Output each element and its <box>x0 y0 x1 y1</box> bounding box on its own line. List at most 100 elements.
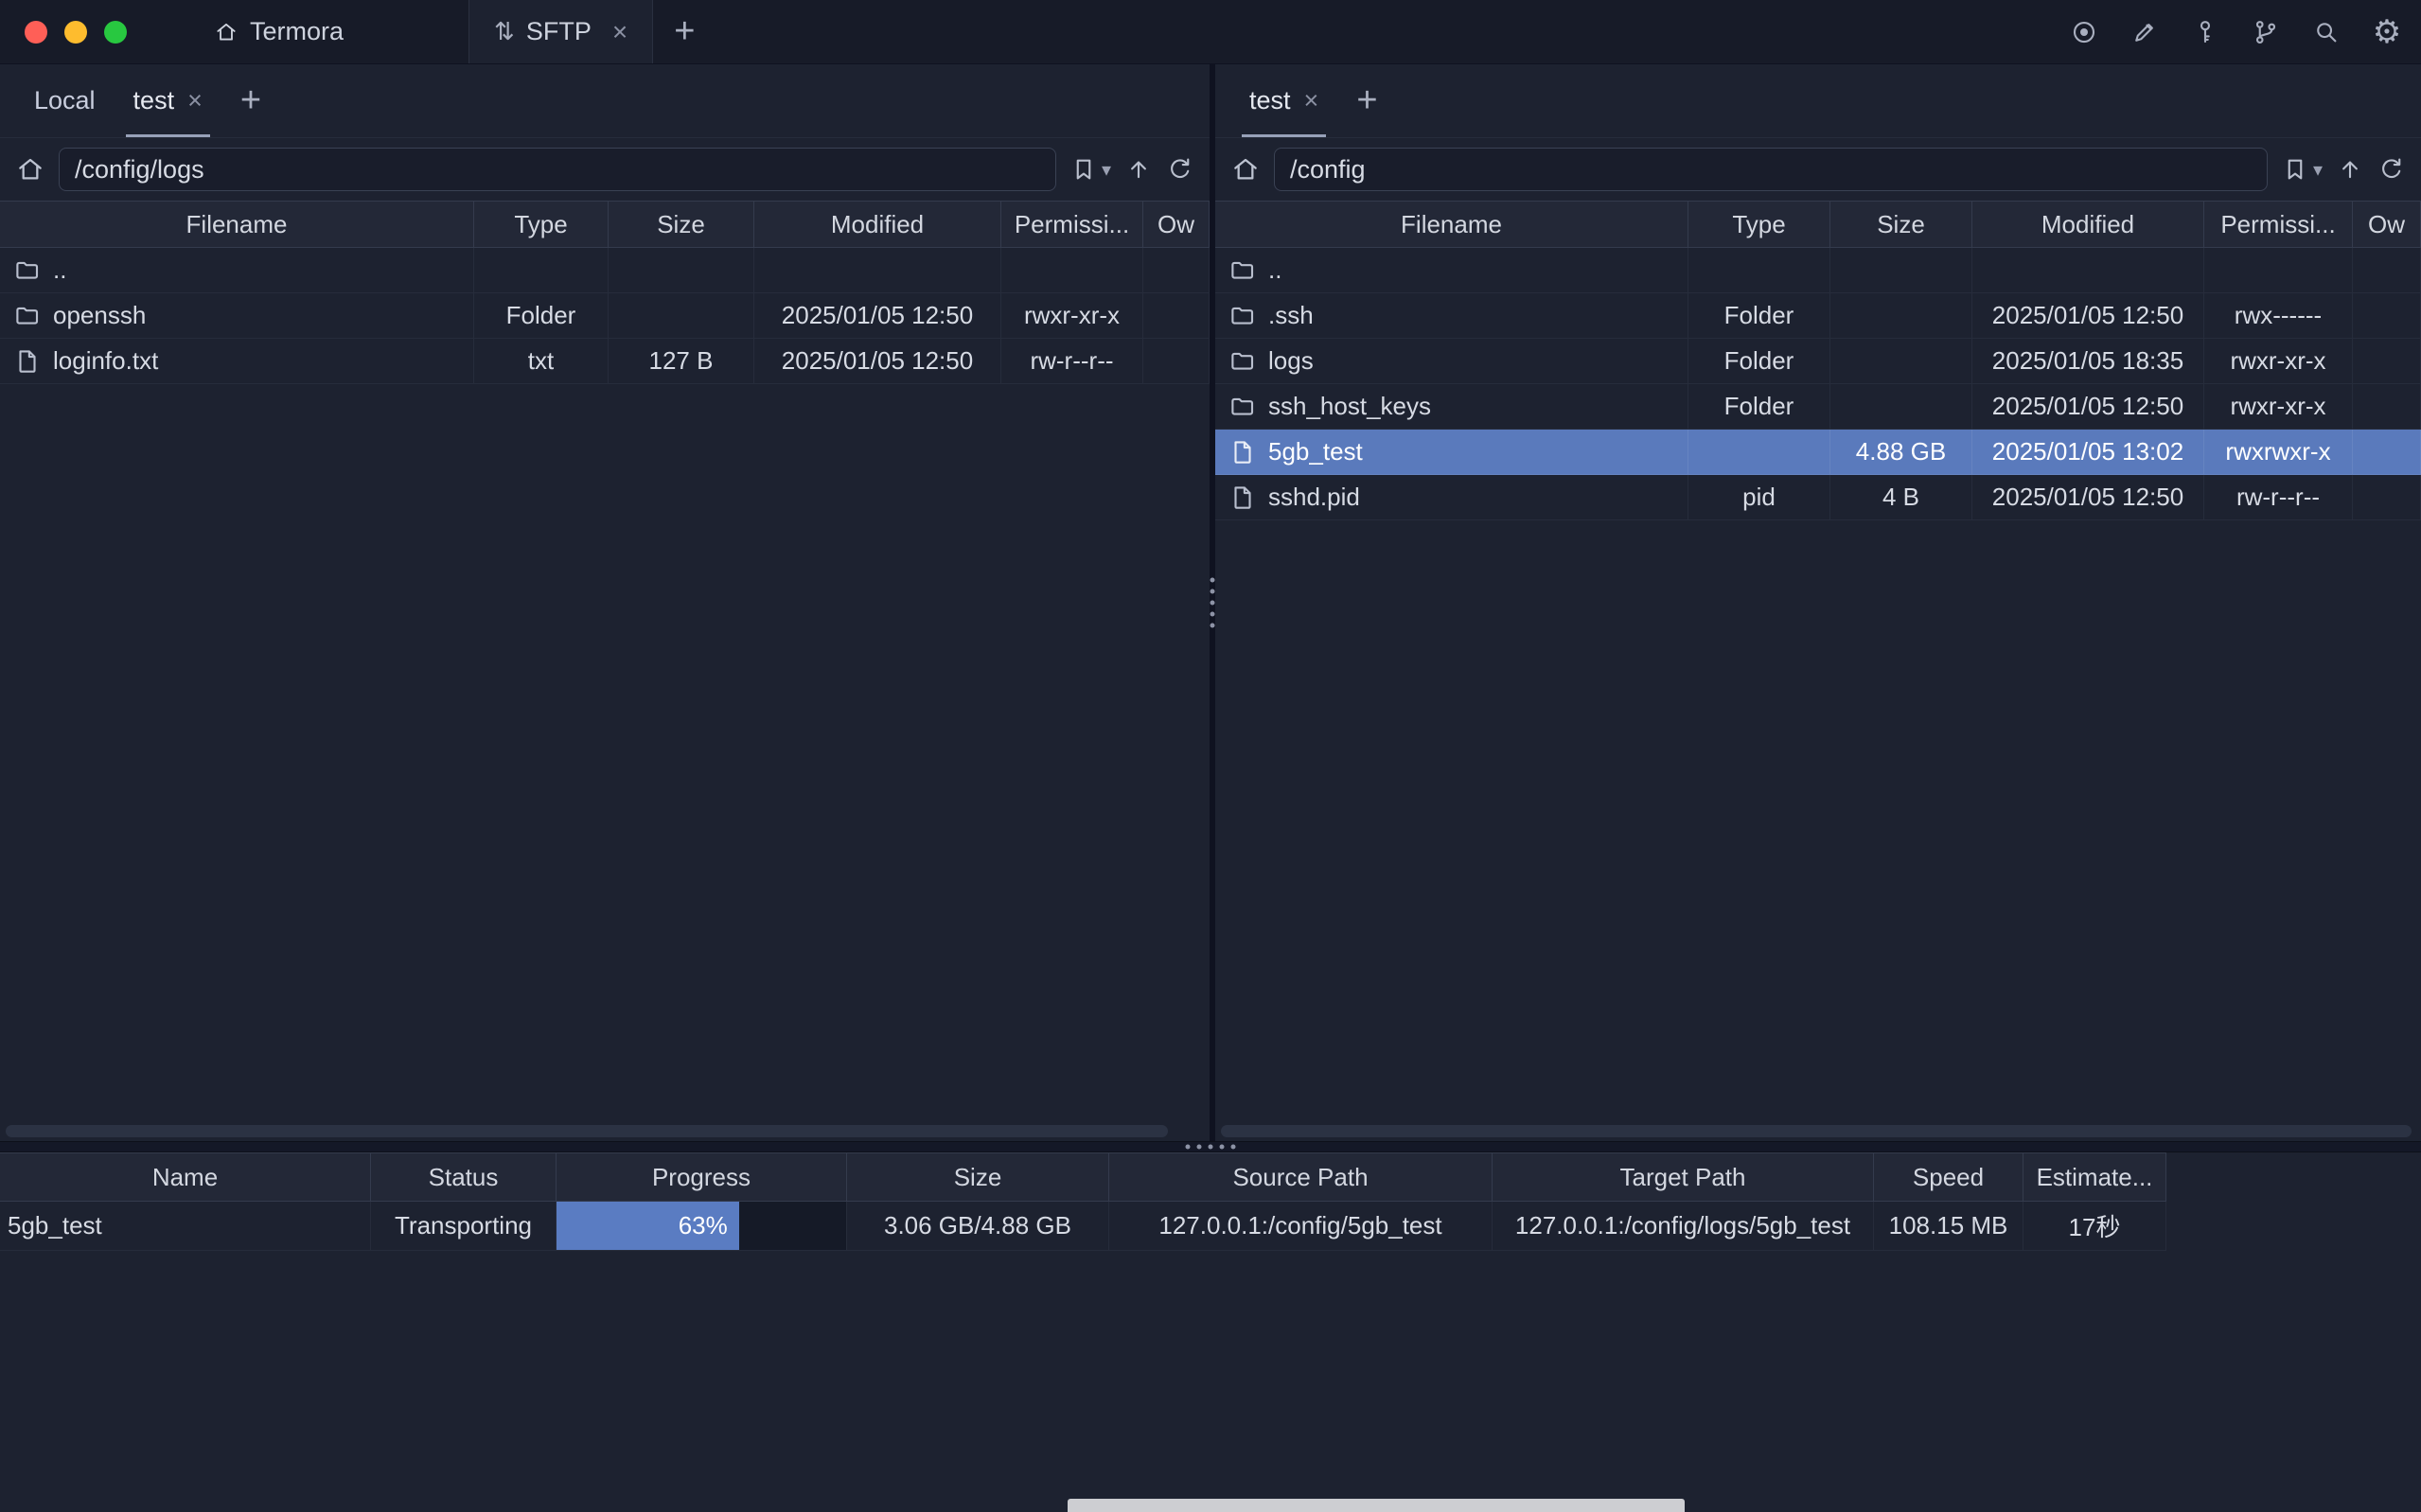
permissions-cell: rwxr-xr-x <box>2204 384 2353 430</box>
size-cell <box>1830 248 1972 293</box>
progress-bar: 63% <box>557 1202 739 1250</box>
owner-cell <box>2353 293 2421 339</box>
column-header-size[interactable]: Size <box>609 202 754 248</box>
tab-local[interactable]: Local <box>15 64 115 137</box>
right-table-header: Filename Type Size Modified Permissi... … <box>1215 201 2421 248</box>
horizontal-scrollbar[interactable] <box>1221 1125 2412 1137</box>
file-row-parent[interactable]: .. <box>1215 248 2421 293</box>
file-icon <box>13 347 42 376</box>
file-row-logs[interactable]: logs Folder 2025/01/05 18:35 rwxr-xr-x <box>1215 339 2421 384</box>
file-row-parent[interactable]: .. <box>0 248 1210 293</box>
tab-termora[interactable]: Termora <box>193 0 364 63</box>
path-input[interactable] <box>59 148 1056 191</box>
left-file-list: .. openssh Folder 2025/01/05 12:50 <box>0 248 1210 384</box>
file-row-sshd-pid[interactable]: sshd.pid pid 4 B 2025/01/05 12:50 rw-r--… <box>1215 475 2421 520</box>
modified-cell: 2025/01/05 12:50 <box>1972 293 2204 339</box>
filename-cell: ssh_host_keys <box>1215 384 1688 430</box>
permissions-cell <box>1001 248 1143 293</box>
transfers-splitter[interactable] <box>0 1141 2421 1152</box>
file-row-openssh[interactable]: openssh Folder 2025/01/05 12:50 rwxr-xr-… <box>0 293 1210 339</box>
chevron-down-icon[interactable]: ▾ <box>1102 158 1111 182</box>
path-input[interactable] <box>1274 148 2268 191</box>
type-cell: Folder <box>474 293 609 339</box>
column-header-name[interactable]: Name <box>0 1152 371 1202</box>
sftp-panels: Local test × + ▾ <box>0 64 2421 1141</box>
close-tab-icon[interactable]: × <box>1304 86 1319 115</box>
bookmark-button[interactable]: ▾ <box>1069 155 1111 184</box>
settings-gear-icon[interactable]: ⚙ <box>2370 15 2404 49</box>
titlebar: Termora ⇅ SFTP × + ⚙ <box>0 0 2421 64</box>
edit-icon[interactable] <box>2128 15 2162 49</box>
filename-cell: .. <box>0 248 474 293</box>
refresh-icon <box>2377 155 2406 184</box>
tab-test-right[interactable]: test × <box>1230 64 1337 137</box>
column-header-progress[interactable]: Progress <box>557 1152 847 1202</box>
size-cell: 127 B <box>609 339 754 384</box>
owner-cell <box>1143 248 1210 293</box>
modified-cell: 2025/01/05 12:50 <box>1972 384 2204 430</box>
horizontal-scrollbar[interactable] <box>6 1125 1168 1137</box>
permissions-cell: rwxr-xr-x <box>2204 339 2353 384</box>
record-icon[interactable] <box>2067 15 2101 49</box>
tab-termora-label: Termora <box>250 17 344 46</box>
transfer-row-5gb-test[interactable]: 5gb_test Transporting 63% 3.06 GB/4.88 G… <box>0 1202 2421 1251</box>
transfer-size-cell: 3.06 GB/4.88 GB <box>847 1202 1109 1251</box>
folder-icon <box>1228 256 1257 285</box>
key-icon[interactable] <box>2188 15 2222 49</box>
modified-cell: 2025/01/05 12:50 <box>1972 475 2204 520</box>
bookmark-button[interactable]: ▾ <box>2281 155 2323 184</box>
home-icon[interactable] <box>1230 154 1261 185</box>
column-header-filename[interactable]: Filename <box>0 202 474 248</box>
size-cell <box>609 248 754 293</box>
minimize-window-button[interactable] <box>64 21 87 44</box>
modified-cell <box>1972 248 2204 293</box>
column-header-modified[interactable]: Modified <box>754 202 1001 248</box>
owner-cell <box>1143 293 1210 339</box>
column-header-status[interactable]: Status <box>371 1152 557 1202</box>
zoom-window-button[interactable] <box>104 21 127 44</box>
tab-test-left[interactable]: test × <box>115 64 221 137</box>
progress-cell: 63% <box>557 1202 847 1251</box>
column-header-estimate[interactable]: Estimate... <box>2023 1152 2166 1202</box>
new-window-tab-button[interactable]: + <box>653 0 716 63</box>
column-header-permissions[interactable]: Permissi... <box>2204 202 2353 248</box>
type-cell <box>474 248 609 293</box>
file-row-ssh-host-keys[interactable]: ssh_host_keys Folder 2025/01/05 12:50 rw… <box>1215 384 2421 430</box>
add-session-tab-button[interactable]: + <box>1337 64 1396 137</box>
branch-icon[interactable] <box>2249 15 2283 49</box>
tab-sftp[interactable]: ⇅ SFTP × <box>468 0 653 63</box>
chevron-down-icon[interactable]: ▾ <box>2313 158 2323 182</box>
type-cell: Folder <box>1688 293 1830 339</box>
column-header-size[interactable]: Size <box>1830 202 1972 248</box>
column-header-owner[interactable]: Ow <box>2353 202 2421 248</box>
transfer-speed-cell: 108.15 MB <box>1874 1202 2023 1251</box>
close-tab-icon[interactable]: × <box>612 17 627 47</box>
folder-icon <box>1228 302 1257 330</box>
parent-directory-button[interactable] <box>1124 155 1153 184</box>
column-header-type[interactable]: Type <box>474 202 609 248</box>
column-header-target-path[interactable]: Target Path <box>1493 1152 1874 1202</box>
file-row-ssh[interactable]: .ssh Folder 2025/01/05 12:50 rwx------ <box>1215 293 2421 339</box>
filename-cell: .ssh <box>1215 293 1688 339</box>
column-header-speed[interactable]: Speed <box>1874 1152 2023 1202</box>
add-session-tab-button[interactable]: + <box>221 64 280 137</box>
home-icon[interactable] <box>15 154 45 185</box>
search-icon[interactable] <box>2309 15 2343 49</box>
close-window-button[interactable] <box>25 21 47 44</box>
column-header-filename[interactable]: Filename <box>1215 202 1688 248</box>
owner-cell <box>2353 430 2421 475</box>
file-row-5gb-test-selected[interactable]: 5gb_test 4.88 GB 2025/01/05 13:02 rwxrwx… <box>1215 430 2421 475</box>
column-header-owner[interactable]: Ow <box>1143 202 1210 248</box>
left-table-header: Filename Type Size Modified Permissi... … <box>0 201 1210 248</box>
file-row-loginfo[interactable]: loginfo.txt txt 127 B 2025/01/05 12:50 r… <box>0 339 1210 384</box>
parent-directory-button[interactable] <box>2336 155 2364 184</box>
column-header-type[interactable]: Type <box>1688 202 1830 248</box>
column-header-modified[interactable]: Modified <box>1972 202 2204 248</box>
column-header-source-path[interactable]: Source Path <box>1109 1152 1493 1202</box>
column-header-permissions[interactable]: Permissi... <box>1001 202 1143 248</box>
refresh-button[interactable] <box>2377 155 2406 184</box>
modified-cell: 2025/01/05 13:02 <box>1972 430 2204 475</box>
close-tab-icon[interactable]: × <box>187 86 203 115</box>
refresh-button[interactable] <box>1166 155 1194 184</box>
column-header-size[interactable]: Size <box>847 1152 1109 1202</box>
